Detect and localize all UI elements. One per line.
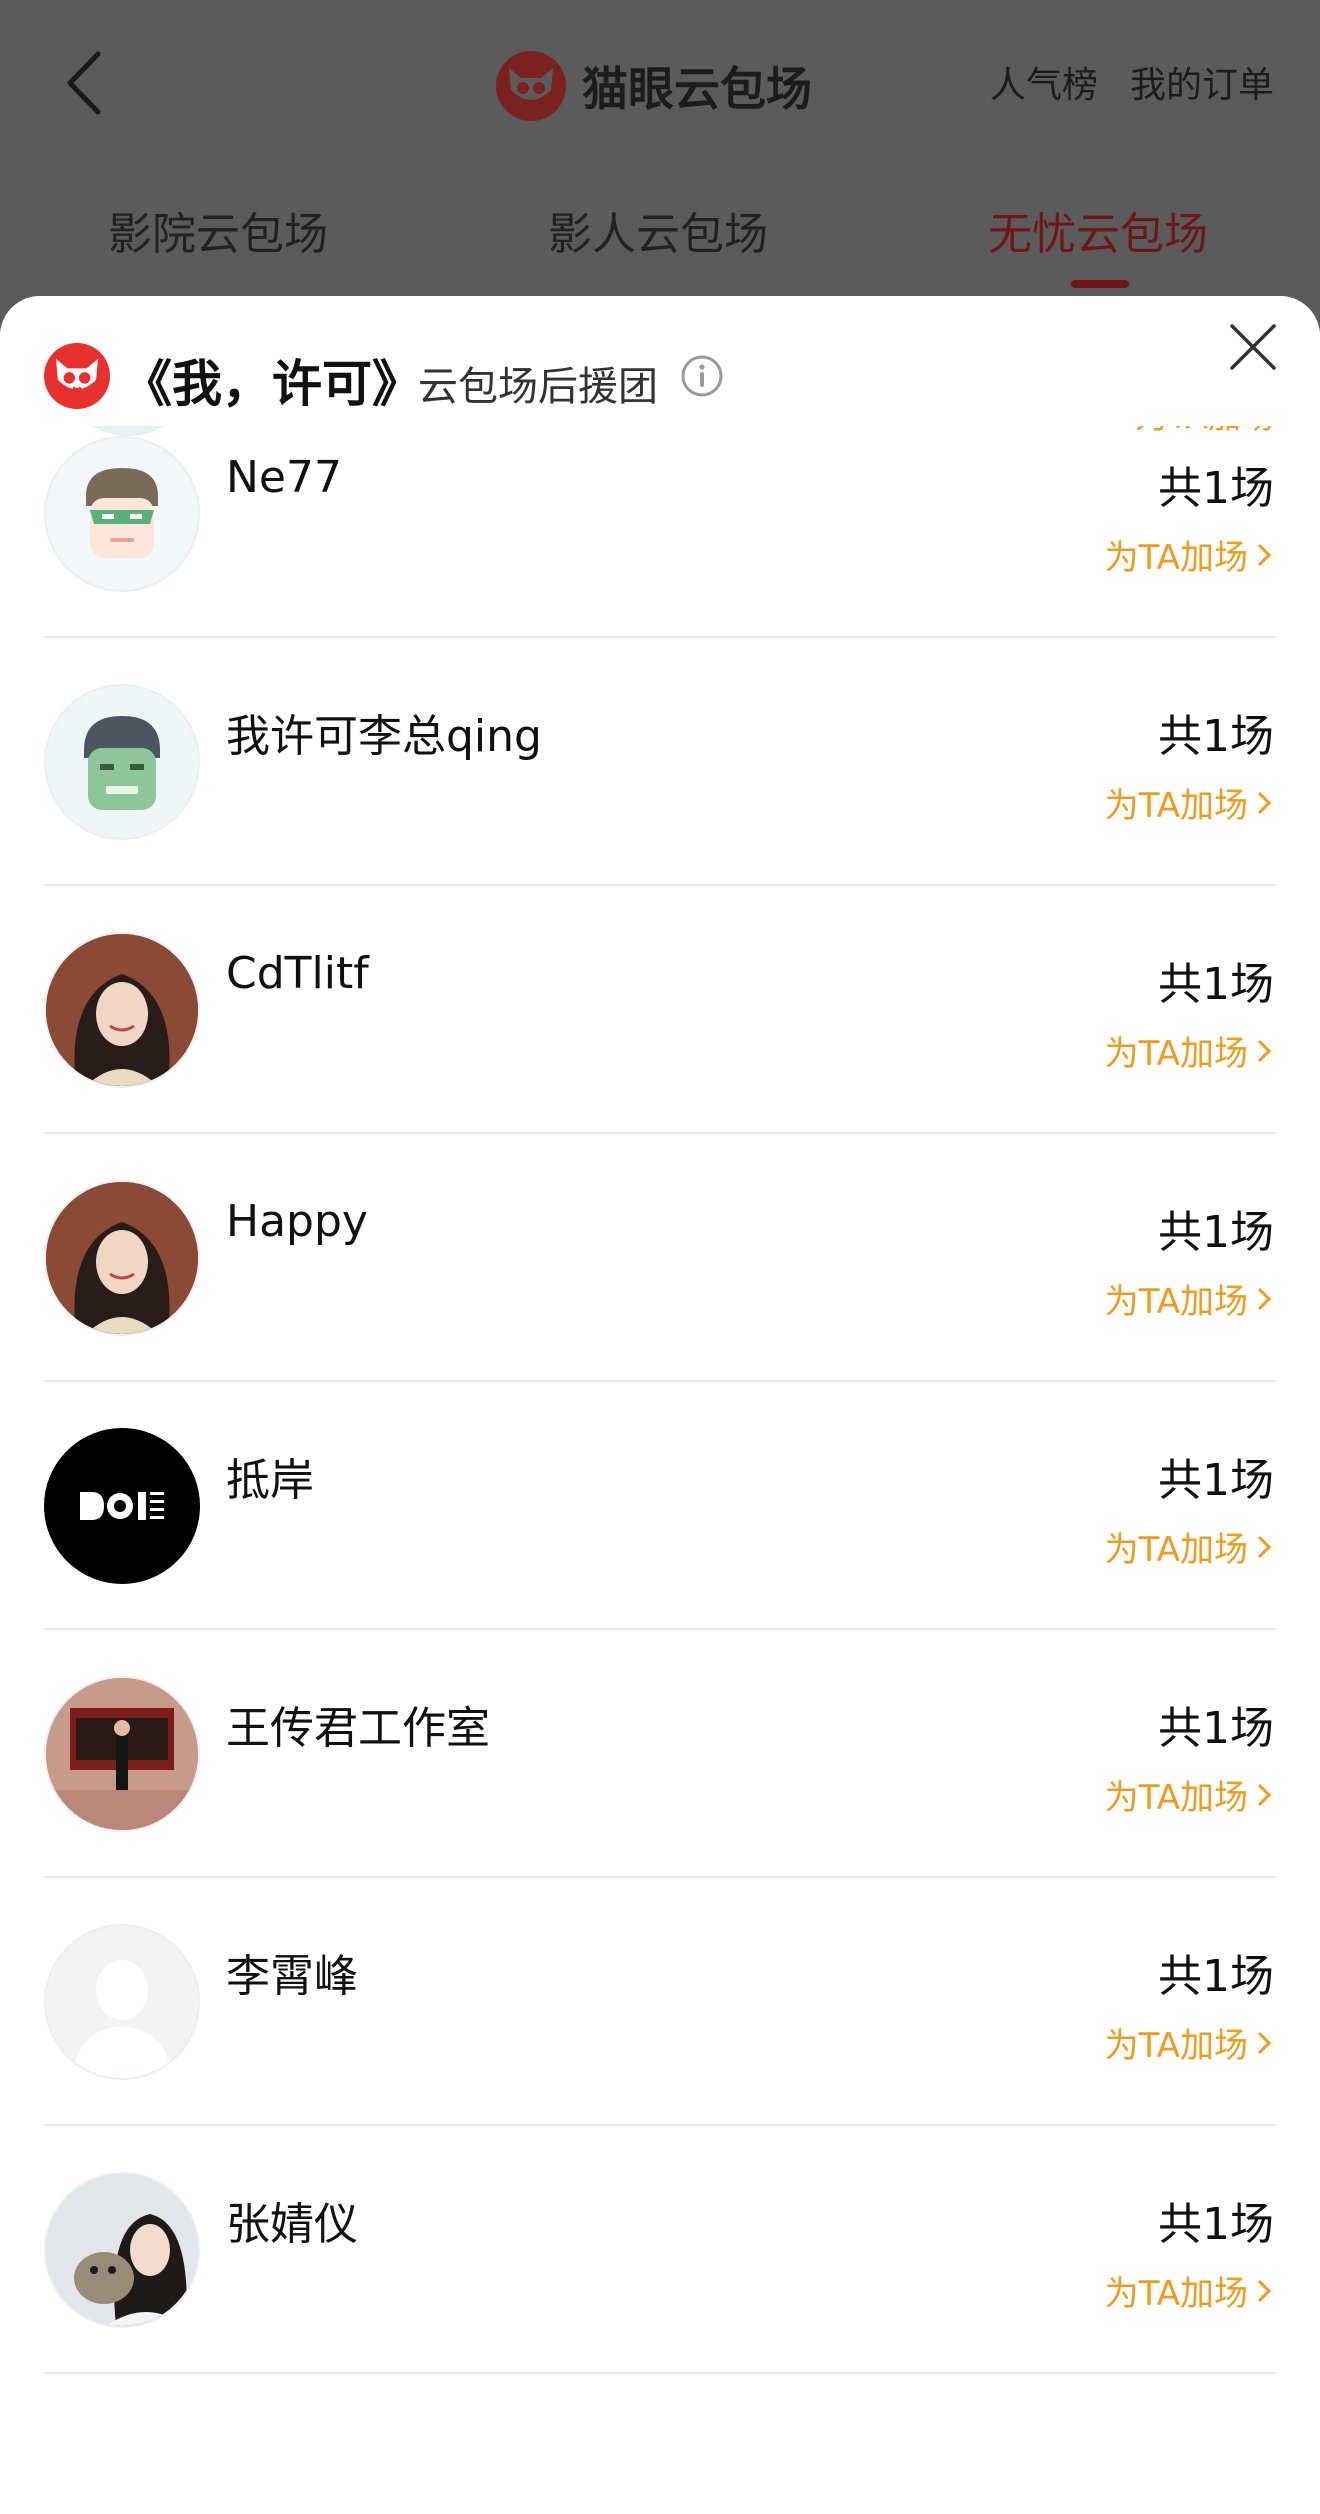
chevron-right-icon	[1257, 791, 1272, 814]
list-item[interactable]: Happy 共1场 为TA加场	[0, 1134, 1320, 1382]
add-screening-link[interactable]: 为TA加场	[1105, 1770, 1274, 1819]
tab-filmmaker-booking[interactable]: 影人云包场	[548, 198, 768, 262]
chevron-right-icon	[1257, 1039, 1272, 1062]
supporter-name: Ne77	[226, 452, 342, 503]
screening-count: 共1场	[1158, 711, 1274, 762]
chevron-right-icon	[1257, 1783, 1272, 1806]
screening-count: 共1场	[1158, 1951, 1274, 2002]
add-screening-link[interactable]: 为TA加场	[1105, 2018, 1274, 2067]
chevron-right-icon	[1257, 2279, 1272, 2302]
back-arrow-icon[interactable]	[58, 48, 118, 118]
list-item[interactable]: Ne77 共1场 为TA加场	[0, 390, 1320, 638]
add-screening-link[interactable]: 为TA加场	[1105, 1522, 1274, 1571]
doi-logo-avatar	[44, 1428, 200, 1584]
masked-hero-avatar	[44, 436, 200, 592]
add-screening-link[interactable]: 为TA加场	[1105, 778, 1274, 827]
screening-count: 共1场	[1158, 1455, 1274, 1506]
popularity-rank-link[interactable]: 人气榜	[990, 56, 1098, 108]
list-item[interactable]: 王传君工作室 共1场 为TA加场	[0, 1630, 1320, 1878]
active-tab-indicator	[1071, 280, 1129, 288]
app-header: 猫眼云包场 人气榜 我的订单 影院云包场 影人云包场 无忧云包场	[0, 0, 1320, 300]
supporter-name: 张婧仪	[226, 2199, 358, 2250]
screening-count: 共1场	[1158, 959, 1274, 1010]
maoyan-cat-icon	[44, 343, 110, 409]
brand: 猫眼云包场	[496, 46, 812, 126]
chevron-right-icon	[1257, 2031, 1272, 2054]
divider	[44, 2372, 1276, 2374]
supporter-name: 李霄峰	[226, 1951, 358, 2002]
add-screening-link[interactable]: 为TA加场	[1105, 2266, 1274, 2315]
supporter-name: 抵岸	[226, 1455, 314, 1506]
screening-count: 共1场	[1158, 1207, 1274, 1258]
list-item[interactable]: 我许可李总qing 共1场 为TA加场	[0, 638, 1320, 886]
default-user-avatar	[44, 1924, 200, 2080]
add-screening-link[interactable]: 为TA加场	[1105, 1274, 1274, 1323]
chevron-right-icon	[1257, 1535, 1272, 1558]
my-orders-link[interactable]: 我的订单	[1130, 56, 1274, 108]
add-screening-link[interactable]: 为TA加场	[1105, 530, 1274, 579]
supporter-name: Happy	[226, 1196, 368, 1247]
woman-photo-avatar	[44, 932, 200, 1088]
sheet-header: 《我，许可》 云包场后援团	[0, 296, 1320, 426]
page-title: 猫眼云包场	[582, 62, 812, 116]
screening-count: 共1场	[1158, 463, 1274, 514]
top-links: 人气榜 我的订单	[990, 56, 1274, 108]
close-icon[interactable]	[1226, 320, 1280, 374]
tab-worry-free-booking[interactable]: 无忧云包场	[988, 198, 1208, 262]
list-item[interactable]: 李霄峰 共1场 为TA加场	[0, 1878, 1320, 2126]
stage-photo-avatar	[44, 1676, 200, 1832]
sheet-subtitle: 云包场后援团	[418, 364, 658, 410]
tab-bar: 影院云包场 影人云包场 无忧云包场	[0, 180, 1320, 290]
add-screening-link[interactable]: 为TA加场	[1105, 1026, 1274, 1075]
screening-count: 共1场	[1158, 1703, 1274, 1754]
list-item[interactable]: CdTlitf 共1场 为TA加场	[0, 886, 1320, 1134]
tab-cinema-booking[interactable]: 影院云包场	[108, 198, 328, 262]
list-item[interactable]: 张婧仪 共1场 为TA加场	[0, 2126, 1320, 2374]
supporter-name: CdTlitf	[226, 948, 369, 999]
movie-title: 《我，许可》	[122, 355, 422, 413]
list-item[interactable]: 抵岸 共1场 为TA加场	[0, 1382, 1320, 1630]
woman-dog-photo-avatar	[44, 2172, 200, 2328]
screening-count: 共1场	[1158, 2199, 1274, 2250]
supporters-sheet: 《我，许可》 云包场后援团 为TA加场	[0, 296, 1320, 2514]
chevron-right-icon	[1257, 543, 1272, 566]
green-hero-avatar	[44, 684, 200, 840]
maoyan-cat-icon	[496, 51, 566, 121]
info-icon[interactable]	[680, 354, 724, 398]
supporter-name: 王传君工作室	[226, 1703, 490, 1754]
chevron-right-icon	[1257, 1287, 1272, 1310]
woman-photo-avatar	[44, 1180, 200, 1336]
supporter-name: 我许可李总qing	[226, 711, 542, 762]
